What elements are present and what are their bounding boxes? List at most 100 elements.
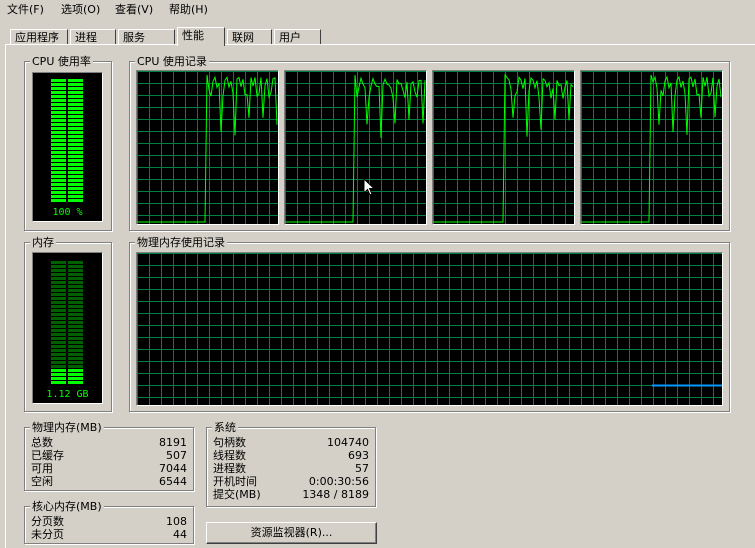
stat-value: 8191 (159, 436, 187, 449)
meter-segment (51, 273, 66, 276)
cpu-core-4-graph (580, 70, 723, 225)
meter-segment (51, 361, 66, 364)
meter-segment (51, 139, 66, 142)
meter-segment (51, 381, 66, 384)
tab-strip: 应用程序 进程 服务 性能 联网 用户 (0, 27, 755, 46)
meter-segment (68, 143, 83, 146)
cpu-usage-value: 100 % (52, 207, 83, 218)
meter-segment (51, 301, 66, 304)
tab-processes[interactable]: 进程 (70, 29, 116, 45)
stat-uptime: 开机时间 0:00:30:56 (213, 475, 369, 488)
meter-segment (51, 357, 66, 360)
stat-label: 开机时间 (213, 475, 257, 488)
meter-segment (68, 265, 83, 268)
meter-segment (68, 277, 83, 280)
meter-segment (68, 163, 83, 166)
meter-segment (51, 333, 66, 336)
meter-segment (68, 111, 83, 114)
cpu-core-1-plot (137, 71, 278, 224)
tab-performance[interactable]: 性能 (177, 27, 225, 46)
meter-segment (68, 171, 83, 174)
stat-value: 44 (173, 528, 187, 541)
meter-segment (51, 155, 66, 158)
meter-segment (51, 191, 66, 194)
meter-segment (51, 83, 66, 86)
meter-segment (51, 329, 66, 332)
meter-segment (51, 365, 66, 368)
cpu-usage-line (581, 74, 722, 223)
kernel-memory-title: 核心内存(MB) (30, 500, 104, 513)
stat-available: 可用 7044 (31, 462, 187, 475)
meter-segment (51, 175, 66, 178)
meter-segment (68, 139, 83, 142)
meter-segment (51, 261, 66, 264)
meter-segment (68, 369, 83, 372)
cpu-core-2-graph (284, 70, 427, 225)
meter-segment (51, 151, 66, 154)
stat-value: 108 (166, 515, 187, 528)
meter-segment (51, 159, 66, 162)
meter-segment (51, 95, 66, 98)
meter-segment (68, 135, 83, 138)
meter-segment (51, 281, 66, 284)
meter-segment (51, 325, 66, 328)
meter-segment (51, 135, 66, 138)
cpu-core-1-graph (136, 70, 279, 225)
meter-segment (51, 79, 66, 82)
meter-segment (68, 127, 83, 130)
stat-total: 总数 8191 (31, 436, 187, 449)
meter-segment (68, 305, 83, 308)
meter-segment (51, 293, 66, 296)
meter-segment (68, 281, 83, 284)
meter-segment (51, 195, 66, 198)
meter-segment (51, 143, 66, 146)
meter-segment (51, 277, 66, 280)
cpu-history-title: CPU 使用记录 (135, 55, 209, 68)
tab-users[interactable]: 用户 (274, 29, 321, 45)
meter-segment (68, 337, 83, 340)
menu-help[interactable]: 帮助(H) (169, 2, 208, 18)
meter-segment (51, 179, 66, 182)
stat-processes: 进程数 57 (213, 462, 369, 475)
menu-view[interactable]: 查看(V) (115, 2, 153, 18)
tab-applications[interactable]: 应用程序 (10, 29, 68, 45)
meter-segment (68, 187, 83, 190)
meter-segment (68, 361, 83, 364)
stat-value: 693 (348, 449, 369, 462)
meter-segment (51, 309, 66, 312)
meter-segment (68, 115, 83, 118)
mouse-pointer-icon (363, 178, 375, 196)
meter-segment (51, 103, 66, 106)
menu-file[interactable]: 文件(F) (7, 2, 44, 18)
meter-segment (51, 265, 66, 268)
meter-segment (68, 329, 83, 332)
meter-segment (68, 175, 83, 178)
meter-segment (68, 131, 83, 134)
meter-segment (51, 167, 66, 170)
resource-monitor-button[interactable]: 资源监视器(R)... (206, 522, 377, 544)
menu-options[interactable]: 选项(O) (61, 2, 100, 18)
cpu-usage-meter: 100 % (32, 72, 103, 222)
meter-segment (51, 313, 66, 316)
meter-segment (68, 297, 83, 300)
memory-history-plot (137, 253, 722, 405)
stat-value: 7044 (159, 462, 187, 475)
cpu-usage-line (433, 73, 574, 223)
meter-segment (68, 365, 83, 368)
meter-segment (51, 91, 66, 94)
meter-segment (51, 123, 66, 126)
stat-value: 6544 (159, 475, 187, 488)
meter-segment (68, 293, 83, 296)
stat-value: 0:00:30:56 (308, 475, 369, 488)
meter-segment (68, 357, 83, 360)
meter-segment (68, 123, 83, 126)
tab-networking[interactable]: 联网 (227, 29, 272, 45)
meter-segment (51, 297, 66, 300)
meter-segment (68, 151, 83, 154)
meter-segment (68, 107, 83, 110)
meter-segment (51, 373, 66, 376)
stat-label: 提交(MB) (213, 488, 261, 501)
cpu-usage-bars (51, 79, 83, 202)
tab-services[interactable]: 服务 (118, 29, 175, 45)
meter-segment (51, 377, 66, 380)
